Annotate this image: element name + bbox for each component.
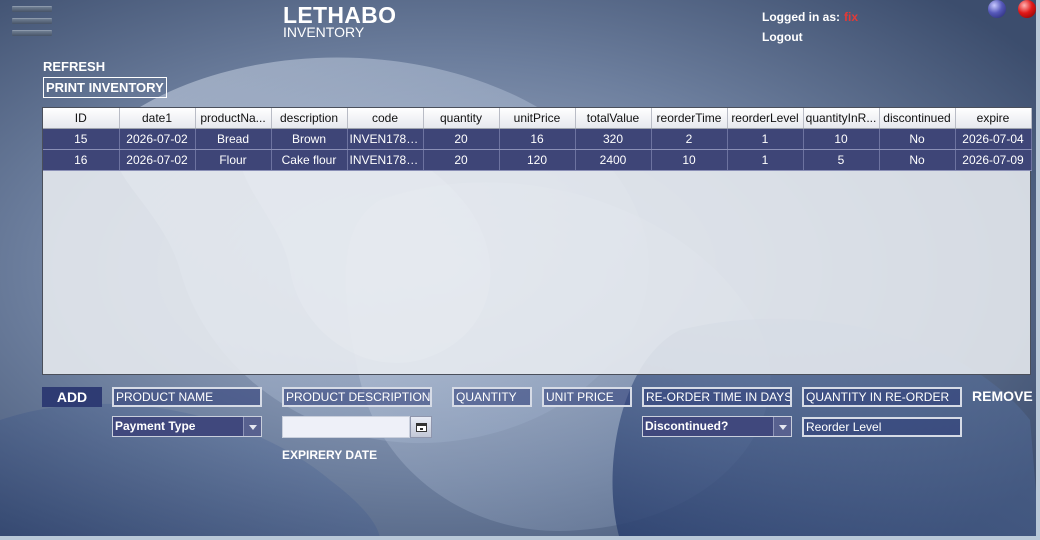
- table-cell[interactable]: 1: [727, 149, 804, 171]
- table-cell[interactable]: 2026-07-09: [955, 149, 1032, 171]
- product-description-field[interactable]: PRODUCT DESCRIPTION: [282, 387, 432, 407]
- unit-price-field[interactable]: UNIT PRICE: [542, 387, 632, 407]
- table-cell[interactable]: 320: [575, 128, 652, 150]
- table-cell[interactable]: No: [879, 149, 956, 171]
- column-header[interactable]: date1: [119, 108, 196, 129]
- table-cell[interactable]: INVEN1782...: [347, 149, 424, 171]
- calendar-icon: [416, 423, 427, 432]
- table-cell[interactable]: 1: [727, 128, 804, 150]
- minimize-button[interactable]: [988, 0, 1006, 18]
- chevron-down-icon[interactable]: [773, 417, 791, 436]
- logged-in-label: Logged in as: fix: [762, 10, 858, 24]
- table-cell[interactable]: INVEN1782...: [347, 128, 424, 150]
- table-cell[interactable]: 2026-07-04: [955, 128, 1032, 150]
- add-button[interactable]: ADD: [42, 387, 102, 407]
- table-cell[interactable]: Brown: [271, 128, 348, 150]
- column-header[interactable]: ID: [43, 108, 120, 129]
- column-header[interactable]: productNa...: [195, 108, 272, 129]
- discontinued-select[interactable]: Discontinued?: [642, 416, 792, 437]
- table-cell[interactable]: Flour: [195, 149, 272, 171]
- close-button[interactable]: [1018, 0, 1036, 18]
- hamburger-menu-icon[interactable]: [12, 6, 52, 46]
- expiry-date-label: EXPIRERY DATE: [282, 448, 378, 462]
- column-header[interactable]: discontinued: [879, 108, 956, 129]
- reorder-level-field[interactable]: Reorder Level: [802, 417, 962, 437]
- print-inventory-button[interactable]: PRINT INVENTORY: [43, 77, 167, 98]
- table-cell[interactable]: 16: [43, 149, 120, 171]
- chevron-down-icon[interactable]: [243, 417, 261, 436]
- logout-link[interactable]: Logout: [762, 30, 803, 44]
- table-row[interactable]: 16 2026-07-02 Flour Cake flour INVEN1782... 2…: [43, 149, 1032, 171]
- payment-type-select[interactable]: Payment Type: [112, 416, 262, 437]
- table-cell[interactable]: 120: [499, 149, 576, 171]
- discontinued-value: Discontinued?: [645, 419, 729, 433]
- date-picker-button[interactable]: [410, 416, 432, 438]
- table-cell[interactable]: 2026-07-02: [119, 149, 196, 171]
- expiry-date-field[interactable]: [282, 416, 410, 438]
- quantity-in-reorder-field[interactable]: QUANTITY IN RE-ORDER: [802, 387, 962, 407]
- inventory-table[interactable]: ID date1 productNa... description code quanti…: [42, 107, 1032, 375]
- table-cell[interactable]: 2400: [575, 149, 652, 171]
- payment-type-value: Payment Type: [115, 419, 196, 433]
- table-cell[interactable]: 10: [651, 149, 728, 171]
- column-header[interactable]: quantityInR...: [803, 108, 880, 129]
- app-subtitle: INVENTORY: [283, 24, 365, 40]
- table-cell[interactable]: Cake flour: [271, 149, 348, 171]
- table-cell[interactable]: 16: [499, 128, 576, 150]
- remove-button[interactable]: REMOVE: [972, 388, 1033, 404]
- table-header: ID date1 productNa... description code quanti…: [43, 108, 1032, 129]
- column-header[interactable]: unitPrice: [499, 108, 576, 129]
- logged-in-user: fix: [844, 10, 859, 24]
- product-name-field[interactable]: PRODUCT NAME: [112, 387, 262, 407]
- column-header[interactable]: code: [347, 108, 424, 129]
- table-cell[interactable]: 20: [423, 149, 500, 171]
- table-cell[interactable]: Bread: [195, 128, 272, 150]
- column-header[interactable]: reorderTime: [651, 108, 728, 129]
- column-header[interactable]: reorderLevel: [727, 108, 804, 129]
- table-cell[interactable]: No: [879, 128, 956, 150]
- column-header[interactable]: description: [271, 108, 348, 129]
- table-cell[interactable]: 2: [651, 128, 728, 150]
- column-header[interactable]: quantity: [423, 108, 500, 129]
- column-header[interactable]: totalValue: [575, 108, 652, 129]
- table-cell[interactable]: 10: [803, 128, 880, 150]
- table-cell[interactable]: 2026-07-02: [119, 128, 196, 150]
- reorder-time-field[interactable]: RE-ORDER TIME IN DAYS: [642, 387, 792, 407]
- table-row[interactable]: 15 2026-07-02 Bread Brown INVEN1782... 20 16 32…: [43, 128, 1032, 150]
- table-cell[interactable]: 5: [803, 149, 880, 171]
- quantity-field[interactable]: QUANTITY: [452, 387, 532, 407]
- column-header[interactable]: expire: [955, 108, 1032, 129]
- refresh-button[interactable]: REFRESH: [43, 59, 105, 74]
- logged-in-text: Logged in as:: [762, 10, 840, 24]
- table-cell[interactable]: 15: [43, 128, 120, 150]
- table-cell[interactable]: 20: [423, 128, 500, 150]
